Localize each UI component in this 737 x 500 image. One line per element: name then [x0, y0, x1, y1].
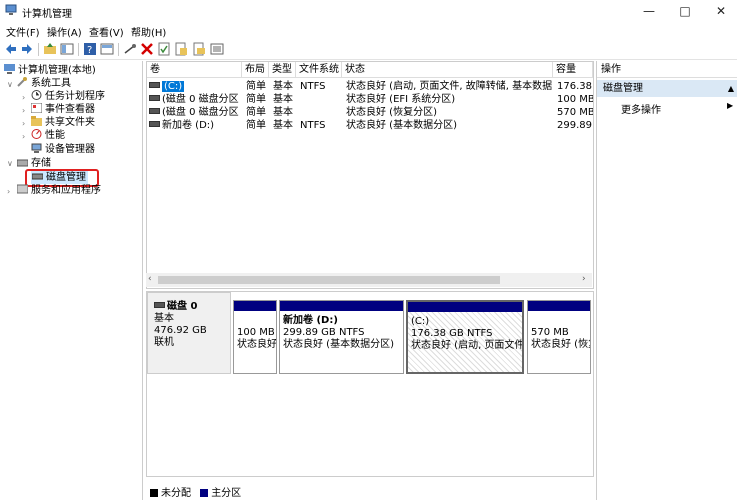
console-tree-icon[interactable]	[60, 42, 74, 56]
svg-text:?: ?	[87, 45, 92, 56]
chevron-right-icon[interactable]: ›	[22, 119, 25, 128]
scroll-left-icon[interactable]: ‹	[148, 274, 152, 284]
partition-d[interactable]: 新加卷 (D:) 299.89 GB NTFS 状态良好 (基本数据分区)	[279, 300, 404, 374]
menu-file[interactable]: 文件(F)	[6, 24, 40, 39]
legend-unallocated-swatch	[150, 489, 158, 497]
chevron-right-icon[interactable]: ›	[22, 93, 25, 102]
actions-pane: 操作 磁盘管理 ▲ 更多操作 ▶	[596, 61, 737, 500]
menu-view[interactable]: 查看(V)	[89, 24, 124, 39]
folder-search-icon[interactable]	[192, 42, 206, 56]
event-viewer-icon	[31, 103, 42, 113]
partition-c[interactable]: (C:)176.38 GB NTFS状态良好 (启动, 页面文件, 故	[406, 300, 524, 374]
chevron-right-icon[interactable]: ›	[7, 187, 10, 196]
column-header-status[interactable]: 状态	[342, 62, 553, 78]
scroll-right-icon[interactable]: ›	[582, 274, 586, 284]
performance-icon	[31, 129, 42, 139]
help-icon[interactable]: ?	[83, 42, 97, 56]
clock-icon	[31, 90, 42, 100]
legend-unallocated: 未分配	[161, 488, 191, 499]
legend-primary-swatch	[200, 489, 209, 497]
disk-graphical-view: 磁盘 0 基本 476.92 GB 联机 100 MB 状态良好 新加卷 (D:)…	[146, 291, 594, 477]
window-title: 计算机管理	[22, 9, 72, 20]
computer-management-icon	[5, 4, 17, 15]
forward-arrow-icon[interactable]	[20, 42, 34, 56]
up-folder-icon[interactable]	[43, 42, 57, 56]
action-disk-management[interactable]: 磁盘管理 ▲	[597, 80, 737, 97]
column-header-type[interactable]: 类型	[269, 62, 296, 78]
legend-primary: 主分区	[211, 488, 242, 499]
volume-icon	[149, 95, 160, 101]
volume-list: 卷 布局 类型 文件系统 状态 容量 (C:) 简单 基本 NTFS 状态良好 …	[146, 61, 594, 289]
scrollbar-thumb[interactable]	[158, 276, 500, 284]
close-button[interactable]: ✕	[703, 0, 737, 22]
tree-root[interactable]: 计算机管理(本地)	[4, 64, 96, 77]
tree-task-scheduler[interactable]: 任务计划程序	[31, 90, 105, 103]
shared-folder-icon	[31, 116, 42, 126]
check-icon[interactable]	[157, 42, 171, 56]
menu-action[interactable]: 操作(A)	[47, 24, 82, 39]
disk-0-info[interactable]: 磁盘 0 基本 476.92 GB 联机	[147, 292, 231, 374]
properties-icon[interactable]	[100, 42, 114, 56]
tree-system-tools[interactable]: 系统工具	[17, 77, 71, 90]
chevron-right-icon[interactable]: ›	[22, 132, 25, 141]
collapse-up-icon[interactable]: ▲	[728, 80, 734, 97]
volume-icon	[149, 108, 160, 114]
more-actions[interactable]: 更多操作	[621, 101, 661, 116]
submenu-arrow-icon: ▶	[727, 101, 734, 110]
column-header-volume[interactable]: 卷	[147, 62, 242, 78]
storage-icon	[17, 159, 28, 167]
tree-shared-folders[interactable]: 共享文件夹	[31, 116, 95, 129]
computer-management-icon	[4, 64, 15, 74]
menu-help[interactable]: 帮助(H)	[131, 24, 166, 39]
volume-icon	[149, 82, 160, 88]
tree-event-viewer[interactable]: 事件查看器	[31, 103, 95, 116]
device-manager-icon	[31, 143, 42, 153]
partition-recovery[interactable]: 570 MB状态良好 (恢复	[527, 300, 591, 374]
table-row[interactable]: (C:) 简单 基本 NTFS 状态良好 (启动, 页面文件, 故障转储, 基本…	[147, 80, 593, 93]
disk-icon	[154, 302, 165, 308]
toolbar: ?	[0, 39, 737, 60]
minimize-button[interactable]: —	[631, 0, 667, 22]
table-row[interactable]: (磁盘 0 磁盘分区 5) 简单 基本 状态良好 (恢复分区) 570 MB	[147, 106, 593, 119]
title-bar: 计算机管理 — □ ✕	[0, 0, 737, 22]
volume-icon	[149, 121, 160, 127]
column-header-capacity[interactable]: 容量	[553, 62, 593, 78]
tools-icon	[17, 77, 27, 87]
actions-header: 操作	[597, 61, 737, 78]
navigation-tree: 计算机管理(本地) ∨ 系统工具 › 任务计划程序 › 事件查看器 › 共享文件…	[0, 61, 143, 500]
column-header-layout[interactable]: 布局	[242, 62, 269, 78]
tree-services[interactable]: 服务和应用程序	[17, 184, 101, 197]
table-row[interactable]: (磁盘 0 磁盘分区 1) 简单 基本 状态良好 (EFI 系统分区) 100 …	[147, 93, 593, 106]
column-header-filesystem[interactable]: 文件系统	[296, 62, 342, 78]
tree-device-manager[interactable]: 设备管理器	[31, 143, 95, 156]
table-row[interactable]: 新加卷 (D:) 简单 基本 NTFS 状态良好 (基本数据分区) 299.89…	[147, 119, 593, 132]
folder-add-icon[interactable]	[174, 42, 188, 56]
connect-icon[interactable]	[123, 42, 137, 56]
services-icon	[17, 184, 28, 194]
back-arrow-icon[interactable]	[4, 42, 18, 56]
tree-performance[interactable]: 性能	[31, 129, 65, 142]
maximize-button[interactable]: □	[667, 0, 703, 22]
menu-bar: 文件(F) 操作(A) 查看(V) 帮助(H)	[0, 22, 737, 39]
chevron-down-icon[interactable]: ∨	[7, 159, 13, 168]
list-view-icon[interactable]	[210, 42, 224, 56]
chevron-right-icon[interactable]: ›	[22, 106, 25, 115]
partition-efi[interactable]: 100 MB 状态良好	[233, 300, 277, 374]
legend: 未分配 主分区	[146, 484, 592, 500]
chevron-down-icon[interactable]: ∨	[7, 80, 13, 89]
horizontal-scrollbar[interactable]: ‹ ›	[146, 273, 592, 287]
delete-icon[interactable]	[140, 42, 154, 56]
